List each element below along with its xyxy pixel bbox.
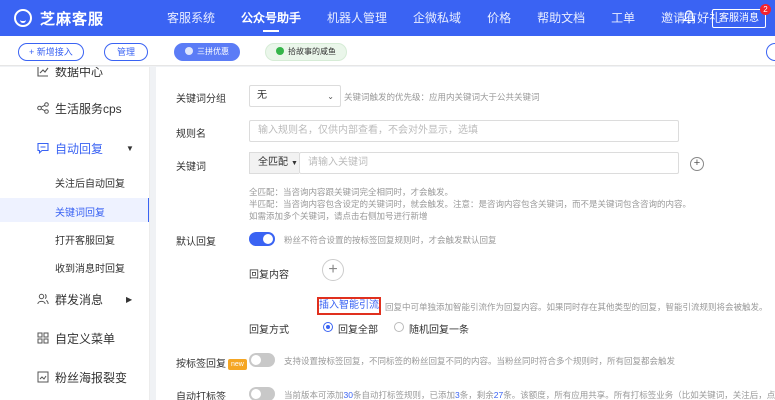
keyword-help-2: 半匹配：当咨询内容包含设定的关键词时，就会触发。注意：是咨询内容包含关键词，而不…	[249, 199, 692, 209]
group-label: 关键词分组	[176, 94, 226, 105]
caret-right-icon: ▶	[126, 294, 133, 304]
group-select[interactable]: 无 ⌄	[249, 85, 341, 107]
poster-icon	[37, 371, 49, 383]
auto-tag-hint-text: 条自动打标签规则，已添加	[352, 390, 455, 400]
sidebar-sub-open-service-reply[interactable]: 打开客服回复	[0, 226, 149, 250]
chevron-down-icon: ⌄	[327, 92, 334, 101]
sidebar-sub-label: 关注后自动回复	[55, 179, 125, 190]
default-reply-hint: 粉丝不符合设置的按标签回复规则时，才会触发默认回复	[284, 235, 497, 245]
tag-reply-label: 按标签回复 new	[176, 355, 247, 370]
reply-content-label: 回复内容	[249, 270, 289, 281]
account-tab-promo[interactable]: 三拼优惠	[174, 43, 240, 61]
grid-icon	[37, 332, 49, 344]
auto-tag-hint-text: 条。该额度，所有应用共享。所有打标签业务（比如关键词，关注后，点菜单等）	[503, 390, 775, 400]
rule-name-input[interactable]: 输入规则名，仅供内部查看，不会对外显示，选填	[249, 120, 679, 142]
reply-random-radio[interactable]	[394, 322, 404, 332]
nav-robot[interactable]: 机器人管理	[314, 0, 400, 36]
sidebar-item-label: 自动回复	[55, 141, 104, 156]
auto-tag-switch[interactable]	[249, 387, 275, 400]
chart-icon	[37, 67, 49, 77]
add-keyword-icon[interactable]: +	[690, 157, 704, 171]
auto-tag-hint: 当前版本可添加30条自动打标签规则，已添加3条，剩余27条。该额度，所有应用共享…	[284, 389, 775, 400]
sidebar-sub-label: 关键词回复	[55, 208, 105, 219]
sidebar-item-auto-reply[interactable]: 自动回复 ▼	[0, 136, 149, 160]
share-nodes-icon	[37, 102, 49, 114]
default-reply-label: 默认回复	[176, 237, 216, 248]
wechat-icon	[276, 47, 284, 55]
nav-customer-service[interactable]: 客服系统	[154, 0, 228, 36]
tag-reply-hint: 支持设置按标签回复，不同标签的粉丝回复不同的内容。当粉丝同时符合多个规则时，所有…	[284, 356, 676, 366]
keyword-input[interactable]: 请输入关键词	[299, 152, 679, 174]
sidebar-item-custom-menu[interactable]: 自定义菜单	[0, 326, 149, 350]
logo-text: 芝麻客服	[40, 10, 105, 28]
message-count-badge: 2	[760, 4, 771, 15]
keyword-reply-form: 关键词分组 无 ⌄ 关键词触发的优先级：应用内关键词大于公共关键词 规则名 输入…	[156, 67, 775, 400]
sidebar-item-label: 粉丝海报裂变	[55, 370, 128, 385]
group-hint: 关键词触发的优先级：应用内关键词大于公共关键词	[344, 92, 540, 102]
reply-all-radio[interactable]	[323, 322, 333, 332]
match-mode-select[interactable]: 全匹配 ▼	[249, 152, 299, 174]
keyword-help-3: 如需添加多个关键词，请点击右侧加号进行新增	[249, 211, 428, 221]
sidebar-item-label: 生活服务cps	[55, 101, 122, 116]
sidebar-sub-follow-reply[interactable]: 关注后自动回复	[0, 169, 149, 193]
main-nav: 客服系统 公众号助手 机器人管理 企微私域 价格 帮助文档 工单 邀请有好礼	[154, 0, 734, 36]
chat-bubble-icon	[37, 142, 49, 154]
top-nav-bar: 芝麻客服 客服系统 公众号助手 机器人管理 企微私域 价格 帮助文档 工单 邀请…	[0, 0, 775, 36]
reply-random-label: 随机回复一条	[409, 325, 469, 336]
manage-button[interactable]: 管理	[104, 43, 149, 61]
nav-ticket[interactable]: 工单	[598, 0, 648, 36]
new-tag-badge: new	[228, 359, 247, 370]
match-mode-value: 全匹配	[258, 157, 288, 168]
users-icon	[37, 293, 49, 305]
account-tab-label: 拾故事的咸鱼	[288, 47, 336, 56]
auto-tag-hint-text: 当前版本可添加	[284, 390, 344, 400]
logo[interactable]: 芝麻客服	[14, 8, 134, 29]
nav-official-account[interactable]: 公众号助手	[228, 0, 314, 36]
sidebar-sub-label: 打开客服回复	[55, 236, 115, 247]
add-reply-content-icon[interactable]: +	[322, 259, 344, 281]
auto-tag-hint-text: 条，剩余	[459, 390, 494, 400]
keyword-help-1: 全匹配：当咨询内容跟关键词完全相同时，才会触发。	[249, 187, 454, 197]
insert-smart-traffic-link[interactable]: 插入智能引流	[317, 297, 381, 315]
sidebar-item-label: 自定义菜单	[55, 331, 116, 346]
nav-help[interactable]: 帮助文档	[524, 0, 598, 36]
caret-down-icon: ▼	[291, 160, 298, 167]
tag-reply-text: 按标签回复	[176, 359, 226, 370]
add-access-button[interactable]: + 新增接入	[18, 43, 84, 61]
sidebar-sub-keyword-reply[interactable]: 关键词回复	[0, 198, 149, 222]
account-tab-story[interactable]: 拾故事的咸鱼	[265, 43, 347, 61]
nav-wecom[interactable]: 企微私域	[400, 0, 474, 36]
caret-down-icon: ▼	[126, 143, 134, 153]
default-reply-switch[interactable]	[249, 232, 275, 246]
sidebar-item-fan-poster[interactable]: 粉丝海报裂变	[0, 365, 149, 389]
sidebar-item-data-center[interactable]: 数据中心	[0, 67, 149, 83]
reply-mode-label: 回复方式	[249, 325, 289, 336]
auto-tag-label: 自动打标签	[176, 392, 226, 400]
smile-logo-icon	[14, 9, 32, 27]
rule-name-label: 规则名	[176, 129, 206, 140]
keyword-label: 关键词	[176, 162, 206, 173]
sidebar-item-label: 群发消息	[55, 292, 104, 307]
sidebar: 数据中心 生活服务cps 自动回复 ▼ 关注后自动回复 关键词回复 打开客服回复…	[0, 67, 150, 400]
group-select-value: 无	[257, 90, 267, 101]
sidebar-item-life-cps[interactable]: 生活服务cps	[0, 96, 149, 120]
bell-icon[interactable]	[683, 10, 695, 24]
auto-tag-left: 27	[493, 390, 504, 400]
scroll-right-button[interactable]	[766, 43, 775, 61]
account-toolbar: + 新增接入 管理 三拼优惠 拾故事的咸鱼	[0, 36, 775, 66]
insert-hint: 回复中可单独添加智能引流作为回复内容。如果同时存在其他类型的回复，智能引流规则将…	[385, 302, 768, 312]
account-tab-label: 三拼优惠	[197, 47, 229, 56]
sidebar-item-label: 数据中心	[55, 67, 104, 79]
reply-all-label: 回复全部	[338, 325, 378, 336]
auto-tag-limit: 30	[343, 390, 353, 400]
sidebar-item-mass-message[interactable]: 群发消息 ▶	[0, 287, 149, 311]
tag-reply-switch[interactable]	[249, 353, 275, 367]
sidebar-sub-message-reply[interactable]: 收到消息时回复	[0, 254, 149, 278]
sidebar-sub-label: 收到消息时回复	[55, 264, 125, 275]
customer-message-button[interactable]: 客服消息	[712, 9, 766, 28]
nav-price[interactable]: 价格	[474, 0, 524, 36]
account-avatar-icon	[185, 47, 193, 55]
